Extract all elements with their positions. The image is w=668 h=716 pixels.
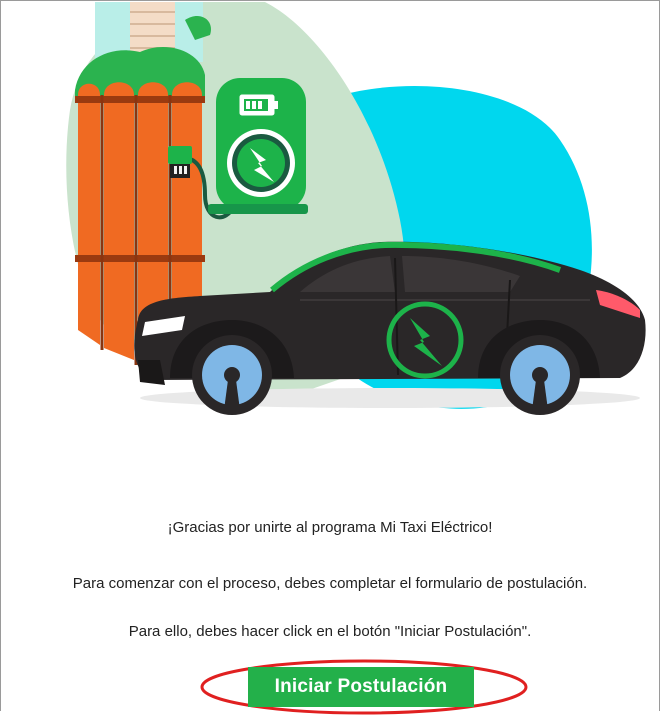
charging-plug-icon bbox=[168, 146, 192, 178]
start-application-button[interactable]: Iniciar Postulación bbox=[248, 667, 474, 707]
lightning-bolt-icon bbox=[227, 129, 295, 197]
cta-area: Iniciar Postulación bbox=[198, 658, 530, 716]
start-process-message: Para comenzar con el proceso, debes comp… bbox=[72, 575, 588, 592]
instructions-message: Para ello, debes hacer click en el botón… bbox=[128, 623, 532, 640]
battery-icon bbox=[239, 94, 278, 116]
thanks-message: ¡Gracias por unirte al programa Mi Taxi … bbox=[167, 519, 493, 536]
charging-station bbox=[208, 78, 308, 214]
electric-taxi-illustration bbox=[66, 2, 646, 415]
